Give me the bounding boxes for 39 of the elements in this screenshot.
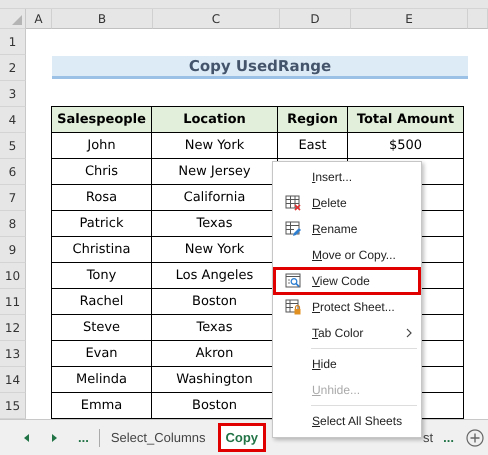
- chevron-right-icon: [406, 328, 412, 338]
- column-header[interactable]: C: [153, 9, 280, 29]
- table-delete-icon: [285, 195, 301, 211]
- row-header[interactable]: 14: [0, 367, 26, 393]
- row-header[interactable]: 8: [0, 211, 26, 237]
- row-header[interactable]: 15: [0, 393, 26, 419]
- table-header-cell: Salespeople: [51, 106, 152, 133]
- column-header[interactable]: B: [52, 9, 153, 29]
- table-header-cell: Location: [151, 106, 278, 133]
- column-header[interactable]: D: [280, 9, 351, 29]
- scroll-right-icon[interactable]: [52, 434, 58, 442]
- row-header[interactable]: 9: [0, 237, 26, 263]
- row-header[interactable]: 3: [0, 81, 26, 107]
- column-header[interactable]: E: [351, 9, 468, 29]
- sheet-title: Copy UsedRange: [52, 56, 468, 79]
- row-header[interactable]: 1: [0, 29, 26, 55]
- table-header-cell: Total Amount: [347, 106, 464, 133]
- sheet-tab[interactable]: st: [423, 430, 434, 445]
- row-header[interactable]: 11: [0, 289, 26, 315]
- row-header[interactable]: 2: [0, 55, 26, 81]
- triangle-icon: [12, 15, 22, 25]
- more-sheets-button[interactable]: ...: [443, 430, 454, 445]
- table-lock-icon: [285, 299, 301, 315]
- more-sheets-button[interactable]: ...: [78, 430, 89, 445]
- table-pencil-icon: [285, 221, 301, 237]
- table-header-cell: Region: [277, 106, 348, 133]
- row-header[interactable]: 4: [0, 107, 26, 133]
- scroll-left-icon[interactable]: [24, 434, 30, 442]
- add-sheet-icon[interactable]: [466, 428, 484, 446]
- row-header[interactable]: 13: [0, 341, 26, 367]
- sheet-tab[interactable]: Copy: [218, 424, 265, 451]
- row-header[interactable]: 6: [0, 159, 26, 185]
- column-header[interactable]: A: [26, 9, 52, 29]
- window-magnifier-icon: [285, 273, 301, 289]
- row-header[interactable]: 7: [0, 185, 26, 211]
- row-header[interactable]: 5: [0, 133, 26, 159]
- row-header[interactable]: 12: [0, 315, 26, 341]
- row-header[interactable]: 10: [0, 263, 26, 289]
- sheet-tab[interactable]: Select_Columns: [104, 424, 212, 451]
